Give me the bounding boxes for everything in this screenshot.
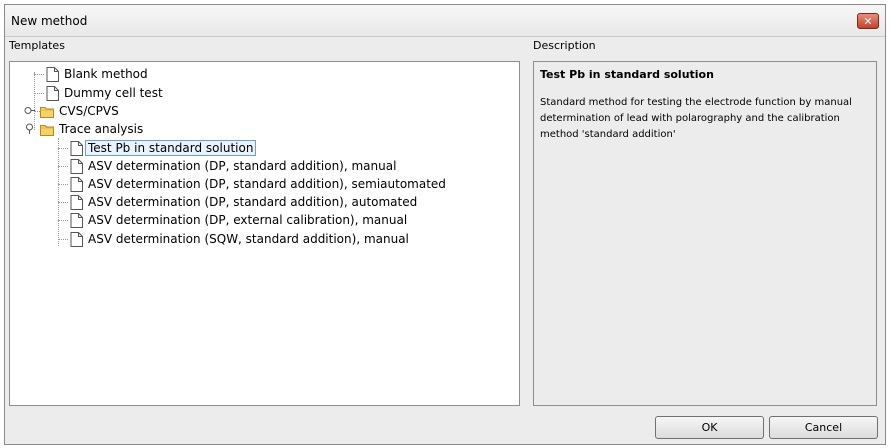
document-icon — [70, 231, 83, 247]
title-bar[interactable]: New method ✕ — [5, 5, 885, 37]
cancel-button[interactable]: Cancel — [769, 416, 878, 439]
tree-item-label: ASV determination (DP, external calibrat… — [88, 213, 408, 227]
tree-item-asv-sqw-sa-manual[interactable]: ASV determination (SQW, standard additio… — [70, 230, 409, 248]
close-icon: ✕ — [863, 14, 873, 28]
tree-item-trace-analysis[interactable]: Trace analysis — [40, 120, 143, 138]
tree-item-label: Test Pb in standard solution — [85, 140, 257, 156]
templates-tree[interactable]: Blank method Dummy cell test CVS/CPVS Tr… — [9, 61, 520, 406]
document-icon — [70, 140, 83, 156]
tree-item-blank-method[interactable]: Blank method — [46, 65, 148, 83]
tree-item-label: ASV determination (DP, standard addition… — [88, 159, 397, 173]
tree-item-label: Blank method — [64, 67, 148, 81]
collapse-icon[interactable] — [24, 123, 35, 134]
tree-item-label: Trace analysis — [59, 122, 144, 136]
tree-item-label: CVS/CPVS — [59, 104, 119, 118]
document-icon — [70, 194, 83, 210]
tree-item-asv-dp-sa-manual[interactable]: ASV determination (DP, standard addition… — [70, 157, 396, 175]
description-body: Standard method for testing the electrod… — [540, 97, 852, 140]
ok-button[interactable]: OK — [655, 416, 764, 439]
tree-item-asv-dp-ec-manual[interactable]: ASV determination (DP, external calibrat… — [70, 211, 407, 229]
expand-icon[interactable] — [24, 105, 35, 116]
folder-icon — [40, 106, 54, 118]
document-icon — [70, 176, 83, 192]
tree-item-dummy-cell-test[interactable]: Dummy cell test — [46, 84, 163, 102]
folder-icon — [40, 124, 54, 136]
tree-item-label: ASV determination (DP, standard addition… — [88, 177, 446, 191]
templates-label: Templates — [9, 39, 65, 52]
description-label: Description — [533, 39, 596, 52]
document-icon — [46, 66, 59, 82]
tree-item-asv-dp-sa-automated[interactable]: ASV determination (DP, standard addition… — [70, 193, 417, 211]
description-title: Test Pb in standard solution — [540, 68, 714, 81]
document-icon — [46, 85, 59, 101]
document-icon — [70, 158, 83, 174]
close-button[interactable]: ✕ — [857, 13, 879, 29]
document-icon — [70, 212, 83, 228]
tree-item-test-pb[interactable]: Test Pb in standard solution — [70, 139, 257, 157]
tree-item-label: Dummy cell test — [64, 86, 163, 100]
description-panel: Test Pb in standard solution Standard me… — [533, 61, 877, 406]
tree-item-cvs-cpvs[interactable]: CVS/CPVS — [40, 102, 119, 120]
tree-item-label: ASV determination (DP, standard addition… — [88, 195, 418, 209]
tree-item-label: ASV determination (SQW, standard additio… — [88, 232, 409, 246]
dialog-title: New method — [11, 14, 88, 28]
tree-item-asv-dp-sa-semiautomated[interactable]: ASV determination (DP, standard addition… — [70, 175, 446, 193]
